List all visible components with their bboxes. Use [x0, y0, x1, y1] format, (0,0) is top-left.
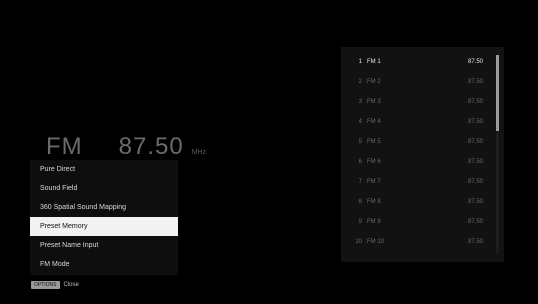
preset-row[interactable]: 5 FM 5 87.50: [341, 132, 491, 152]
preset-frequency: 87.50: [467, 119, 483, 125]
menu-item-pure-direct[interactable]: Pure Direct: [30, 160, 178, 179]
close-hint-label: Close: [63, 282, 79, 288]
preset-number: 8: [358, 199, 362, 205]
options-button-icon[interactable]: OPTIONS: [31, 281, 60, 289]
preset-frequency: 87.50: [467, 179, 483, 185]
preset-row[interactable]: 8 FM 8 87.50: [341, 192, 491, 212]
preset-frequency: 87.50: [467, 239, 483, 245]
options-close-hint: OPTIONS Close: [31, 281, 79, 289]
preset-name: FM 1: [367, 59, 381, 65]
preset-number: 6: [358, 159, 362, 165]
preset-name: FM 7: [367, 179, 381, 185]
preset-frequency: 87.50: [467, 99, 483, 105]
preset-list: 1 FM 1 87.50 2 FM 2 87.50 3 FM 3 87.50 4 FM 4 87.50…: [341, 47, 504, 262]
preset-scrollbar[interactable]: [496, 55, 499, 253]
preset-name: FM 5: [367, 139, 381, 145]
options-menu: Pure Direct Sound Field 360 Spatial Soun…: [30, 160, 178, 275]
preset-name: FM 9: [367, 219, 381, 225]
preset-frequency: 87.50: [467, 199, 483, 205]
preset-row[interactable]: 3 FM 3 87.50: [341, 92, 491, 112]
frequency-value: 87.50: [118, 133, 184, 160]
preset-name: FM 6: [367, 159, 381, 165]
preset-name: FM 8: [367, 199, 381, 205]
preset-row[interactable]: 6 FM 6 87.50: [341, 152, 491, 172]
preset-row[interactable]: 2 FM 2 87.50: [341, 72, 491, 92]
preset-name: FM 2: [367, 79, 381, 85]
preset-frequency: 87.50: [467, 139, 483, 145]
preset-name: FM 4: [367, 119, 381, 125]
frequency-unit: MHz: [191, 149, 207, 156]
menu-item-360-spatial-sound-mapping[interactable]: 360 Spatial Sound Mapping: [30, 198, 178, 217]
frequency-display: FM 87.50 MHz: [46, 133, 206, 161]
preset-row[interactable]: 1 FM 1 87.50: [341, 52, 491, 72]
menu-item-fm-mode[interactable]: FM Mode: [30, 255, 178, 274]
preset-name: FM 3: [367, 99, 381, 105]
menu-item-preset-name-input[interactable]: Preset Name Input: [30, 236, 178, 255]
preset-scrollbar-thumb[interactable]: [496, 55, 499, 131]
menu-item-preset-memory[interactable]: Preset Memory: [30, 217, 178, 236]
preset-number: 7: [358, 179, 362, 185]
preset-frequency: 87.50: [467, 219, 483, 225]
menu-item-sound-field[interactable]: Sound Field: [30, 179, 178, 198]
preset-row[interactable]: 10 FM 10 87.50: [341, 232, 491, 252]
preset-row[interactable]: 9 FM 9 87.50: [341, 212, 491, 232]
preset-frequency: 87.50: [467, 59, 483, 65]
band-label: FM: [46, 133, 83, 160]
preset-number: 3: [358, 99, 362, 105]
preset-frequency: 87.50: [467, 159, 483, 165]
preset-number: 4: [358, 119, 362, 125]
preset-row[interactable]: 7 FM 7 87.50: [341, 172, 491, 192]
preset-number: 1: [358, 59, 362, 65]
preset-number: 10: [355, 239, 362, 245]
preset-number: 5: [358, 139, 362, 145]
preset-row[interactable]: 4 FM 4 87.50: [341, 112, 491, 132]
tuner-screen: FM 87.50 MHz Pure Direct Sound Field 360…: [0, 0, 538, 304]
preset-number: 9: [358, 219, 362, 225]
preset-frequency: 87.50: [467, 79, 483, 85]
preset-name: FM 10: [367, 239, 385, 245]
preset-number: 2: [358, 79, 362, 85]
